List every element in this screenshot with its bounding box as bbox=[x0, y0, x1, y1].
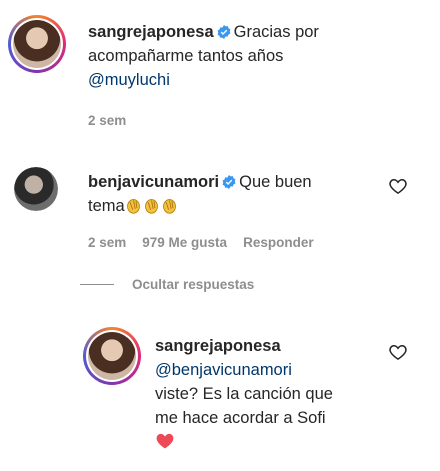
username[interactable]: sangrejaponesa bbox=[155, 337, 281, 355]
red-heart-icon bbox=[156, 433, 174, 449]
avatar[interactable] bbox=[83, 327, 141, 385]
like-heart-icon[interactable] bbox=[388, 342, 408, 362]
comment-text-line1: Que buen bbox=[239, 173, 312, 191]
mention-link[interactable]: @muyluchi bbox=[88, 71, 170, 89]
clapping-hands-icon bbox=[162, 199, 176, 214]
verified-badge-icon bbox=[222, 175, 236, 189]
reply-text-line2: me hace acordar a Sofi bbox=[155, 409, 326, 427]
username[interactable]: benjavicunamori bbox=[88, 173, 219, 191]
hide-replies-label: Ocultar respuestas bbox=[132, 277, 255, 292]
comment-text-line2: tema bbox=[88, 197, 125, 215]
comment-text-line1: Gracias por bbox=[233, 23, 319, 41]
mention-link[interactable]: @benjavicunamori bbox=[155, 361, 292, 379]
clapping-hands-icon bbox=[144, 199, 158, 214]
divider bbox=[80, 284, 114, 285]
verified-badge-icon bbox=[217, 25, 231, 39]
timestamp[interactable]: 2 sem bbox=[88, 235, 126, 250]
avatar[interactable] bbox=[14, 167, 58, 211]
reply-text-line1: viste? Es la canción que bbox=[155, 385, 333, 403]
like-heart-icon[interactable] bbox=[388, 176, 408, 196]
reply-button[interactable]: Responder bbox=[243, 235, 314, 250]
clapping-hands-icon bbox=[126, 199, 140, 214]
hide-replies-button[interactable]: Ocultar respuestas bbox=[80, 277, 254, 292]
avatar[interactable] bbox=[8, 15, 66, 73]
username[interactable]: sangrejaponesa bbox=[88, 23, 214, 41]
likes-count[interactable]: 979 Me gusta bbox=[142, 235, 227, 250]
timestamp[interactable]: 2 sem bbox=[88, 113, 126, 128]
comment-text-line2: acompañarme tantos años bbox=[88, 47, 284, 65]
